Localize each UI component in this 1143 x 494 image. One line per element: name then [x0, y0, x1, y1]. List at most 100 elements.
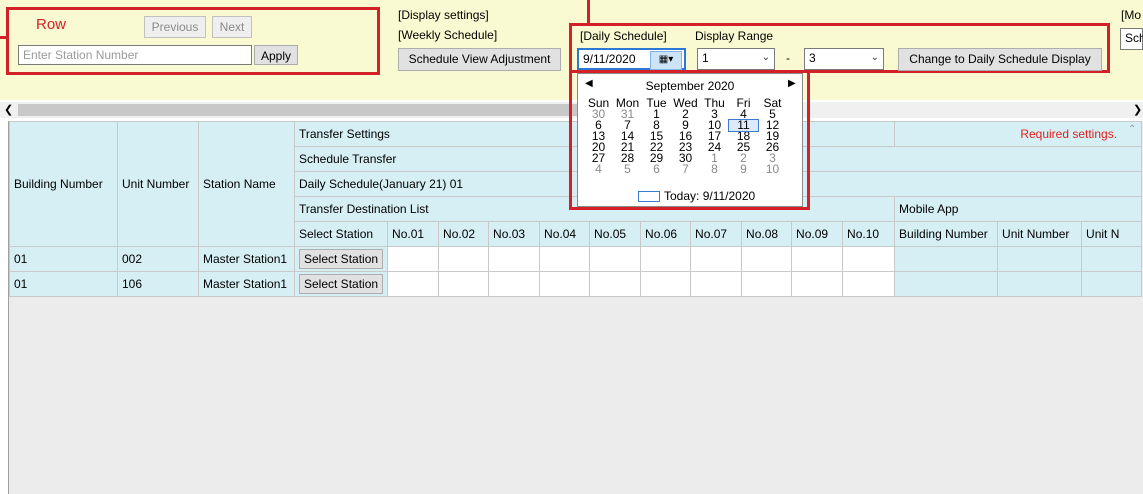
no03-header: No.03	[488, 221, 541, 247]
row-title: Row	[36, 16, 67, 33]
weekly-schedule-heading: [Weekly Schedule]	[398, 28, 498, 42]
mobile-building-header: Building Number	[894, 221, 999, 247]
range-from-value: 1	[702, 51, 709, 65]
calendar-dropdown-icon[interactable]: ▦▾	[650, 51, 682, 70]
no05-header: No.05	[589, 221, 642, 247]
row-building[interactable]: 01	[9, 246, 118, 272]
range-to-select[interactable]: 3 ⌄	[804, 48, 884, 70]
calendar-dropdown: ◀ September 2020 ▶ Sun Mon Tue Wed Thu F…	[577, 73, 803, 207]
scroll-left-icon[interactable]: ❮	[4, 103, 13, 116]
scroll-right-icon[interactable]: ❯	[1133, 103, 1142, 116]
col-station-name: Station Name	[198, 121, 295, 247]
calendar-month-label[interactable]: September 2020	[578, 79, 802, 93]
dest-cell[interactable]	[488, 271, 541, 297]
dest-cell[interactable]	[589, 246, 642, 272]
dest-cell[interactable]	[640, 271, 692, 297]
mobile-cell[interactable]	[894, 271, 999, 297]
day-cell[interactable]: 9	[729, 163, 758, 175]
table-row: 01 106 Master Station1 Select Station	[9, 271, 1143, 297]
col-unit-number: Unit Number	[117, 121, 199, 247]
day-cell[interactable]: 8	[700, 163, 729, 175]
dest-cell[interactable]	[690, 271, 743, 297]
sch-value: Sch	[1125, 31, 1143, 45]
scrollbar-thumb[interactable]	[18, 104, 578, 116]
dest-cell[interactable]	[791, 271, 844, 297]
mobile-heading-partial: [Mo	[1121, 8, 1142, 22]
mobile-unit-header: Unit Number	[997, 221, 1083, 247]
row-unit[interactable]: 106	[117, 271, 199, 297]
col-building-number: Building Number	[9, 121, 118, 247]
calendar-grid: Sun Mon Tue Wed Thu Fri Sat 30 31 1 2 3 …	[584, 97, 787, 175]
select-station-button[interactable]: Select Station	[299, 249, 384, 269]
schedule-view-adjustment-button[interactable]: Schedule View Adjustment	[398, 48, 561, 71]
required-settings-cell: Required settings.	[894, 121, 1143, 147]
mobile-cell[interactable]	[1081, 271, 1143, 297]
day-cell[interactable]: 7	[671, 163, 700, 175]
dest-cell[interactable]	[640, 246, 692, 272]
change-daily-display-button[interactable]: Change to Daily Schedule Display	[898, 48, 1102, 71]
dest-cell[interactable]	[842, 246, 896, 272]
date-picker[interactable]: 9/11/2020 ▦▾	[577, 48, 686, 70]
row-unit[interactable]: 002	[117, 246, 199, 272]
select-station-header: Select Station	[293, 221, 389, 247]
no08-header: No.08	[741, 221, 793, 247]
station-number-input[interactable]: Enter Station Number	[18, 45, 252, 65]
dest-cell[interactable]	[741, 271, 793, 297]
required-settings-label: Required settings.	[1020, 127, 1118, 141]
dest-cell[interactable]	[539, 246, 591, 272]
row-station[interactable]: Master Station1	[198, 271, 295, 297]
sch-select-partial[interactable]: Sch	[1120, 28, 1143, 50]
table-row: 01 002 Master Station1 Select Station	[9, 246, 1143, 272]
next-month-icon[interactable]: ▶	[788, 78, 796, 89]
row-station[interactable]: Master Station1	[198, 246, 295, 272]
dest-cell[interactable]	[438, 246, 490, 272]
row-select-cell: Select Station	[293, 271, 389, 297]
today-link[interactable]: Today: 9/11/2020	[638, 189, 755, 203]
calendar-highlight-left	[569, 73, 572, 210]
day-cell[interactable]: 6	[642, 163, 671, 175]
date-value: 9/11/2020	[583, 52, 636, 66]
daily-schedule-heading: [Daily Schedule]	[580, 29, 667, 43]
day-cell[interactable]: 4	[584, 163, 613, 175]
day-cell[interactable]: 5	[613, 163, 642, 175]
dest-cell[interactable]	[690, 246, 743, 272]
no10-header: No.10	[842, 221, 896, 247]
chevron-down-icon: ⌄	[761, 52, 770, 63]
range-dash: -	[786, 51, 790, 65]
no02-header: No.02	[438, 221, 490, 247]
dest-cell[interactable]	[791, 246, 844, 272]
select-station-button[interactable]: Select Station	[299, 274, 384, 294]
daily-callout-line	[587, 0, 590, 24]
row-building[interactable]: 01	[9, 271, 118, 297]
next-button[interactable]: Next	[212, 16, 252, 38]
calendar-highlight-box	[569, 70, 810, 73]
mobile-cell[interactable]	[894, 246, 999, 272]
dest-cell[interactable]	[741, 246, 793, 272]
display-range-label: Display Range	[695, 29, 774, 43]
mobile-cell[interactable]	[1081, 246, 1143, 272]
today-label: Today: 9/11/2020	[664, 189, 756, 203]
transfer-settings-label: Transfer Settings	[299, 127, 390, 141]
chevron-down-icon: ⌄	[870, 52, 879, 63]
no07-header: No.07	[690, 221, 743, 247]
dest-cell[interactable]	[438, 271, 490, 297]
row-callout-line	[0, 36, 6, 39]
dest-cell[interactable]	[488, 246, 541, 272]
day-cell[interactable]: 10	[758, 163, 787, 175]
dest-cell[interactable]	[387, 271, 440, 297]
previous-button[interactable]: Previous	[144, 16, 206, 38]
mobile-unit-n-header: Unit N	[1081, 221, 1143, 247]
apply-button[interactable]: Apply	[254, 45, 298, 65]
week-row: 4 5 6 7 8 9 10	[584, 163, 787, 175]
dest-cell[interactable]	[539, 271, 591, 297]
scroll-up-icon[interactable]: ⌃	[1128, 124, 1136, 135]
range-from-select[interactable]: 1 ⌄	[697, 48, 775, 70]
mobile-app-header: Mobile App	[894, 196, 1143, 222]
display-settings-heading: [Display settings]	[398, 8, 489, 22]
calendar-highlight-right	[807, 73, 810, 210]
dest-cell[interactable]	[842, 271, 896, 297]
dest-cell[interactable]	[589, 271, 642, 297]
mobile-cell[interactable]	[997, 271, 1083, 297]
mobile-cell[interactable]	[997, 246, 1083, 272]
dest-cell[interactable]	[387, 246, 440, 272]
